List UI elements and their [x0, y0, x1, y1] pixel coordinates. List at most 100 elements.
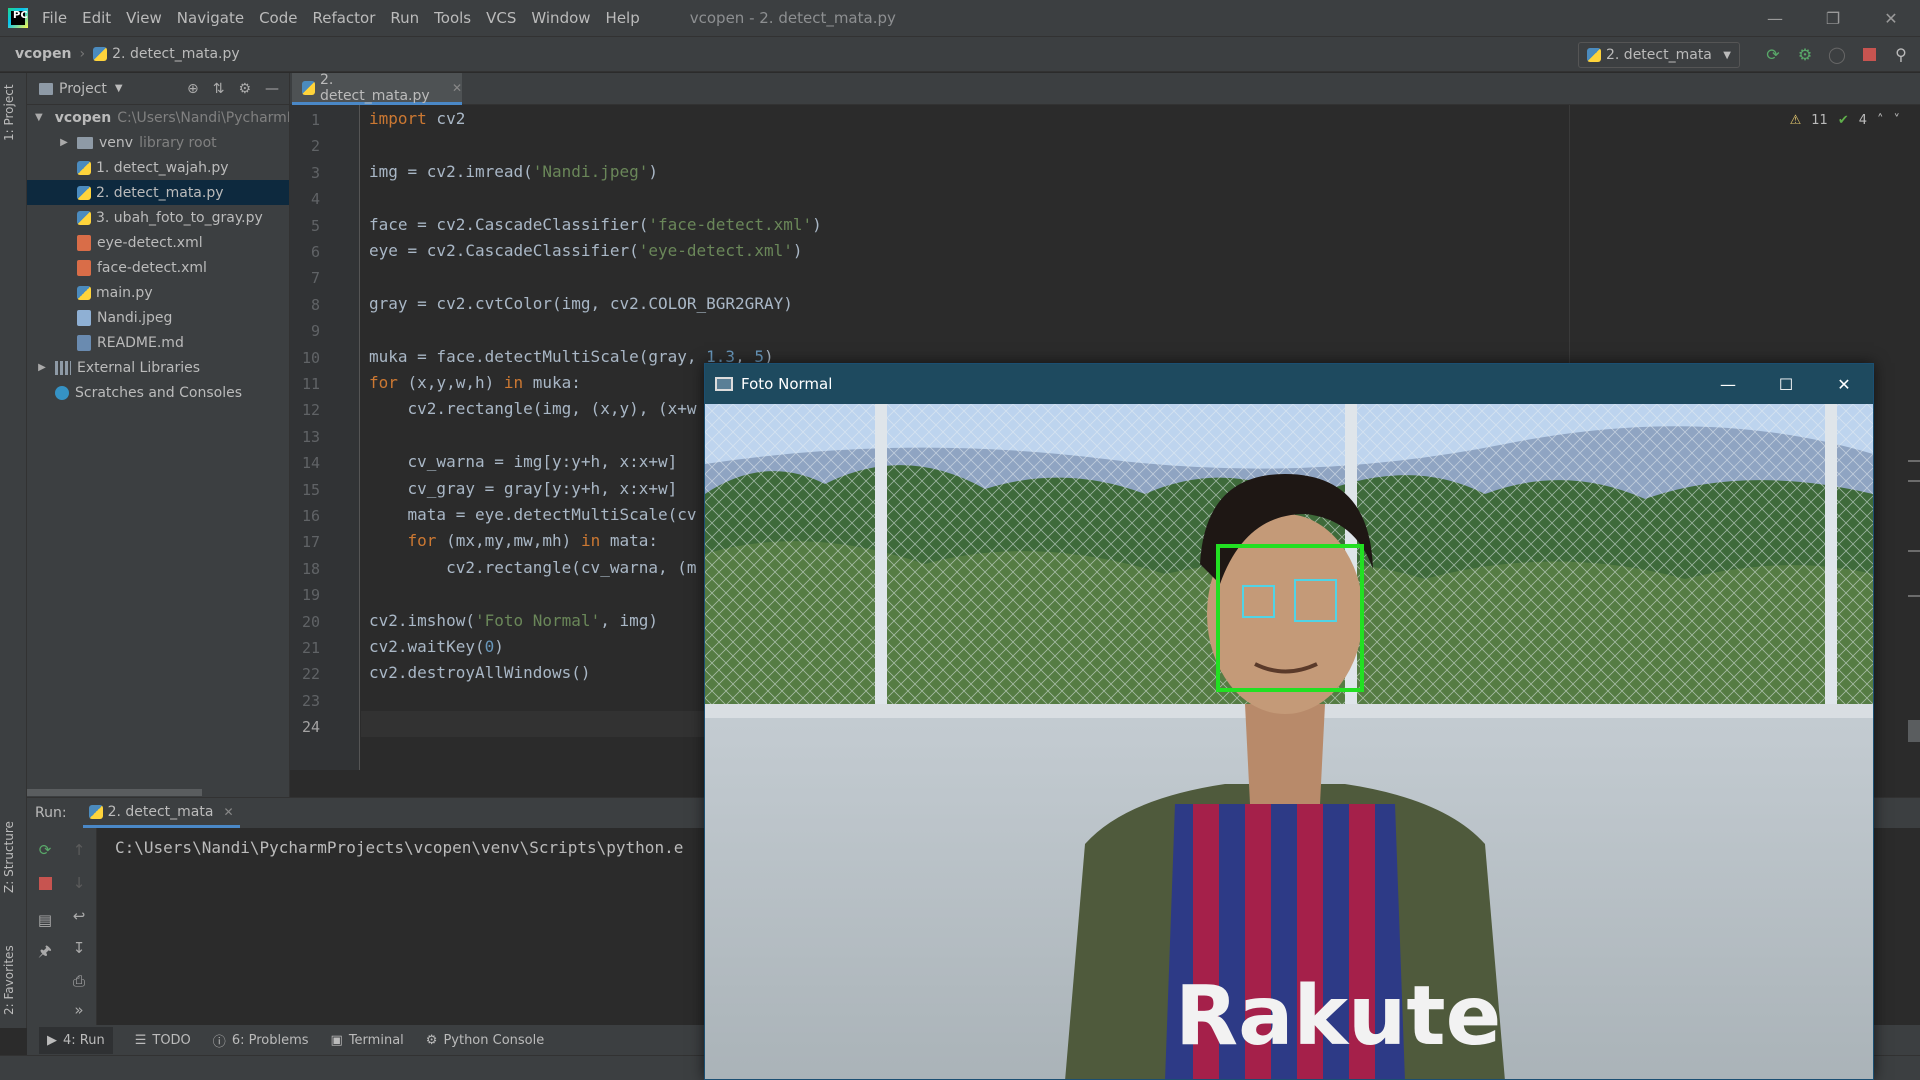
chevron-down-icon[interactable]: ▼ [35, 112, 43, 123]
search-icon[interactable]: ⚲ [1890, 43, 1912, 65]
layout-icon[interactable]: ▤ [35, 910, 55, 930]
horizontal-scrollbar[interactable] [27, 787, 290, 797]
tree-item[interactable]: 3. ubah_foto_to_gray.py [27, 205, 289, 230]
close-icon[interactable]: ✕ [1815, 364, 1873, 404]
line-number: 9 [310, 322, 320, 341]
chevron-down-icon[interactable]: ˅ [1894, 113, 1901, 128]
navigation-bar: vcopen › 2. detect_mata.py 2. detect_mat… [0, 36, 1920, 72]
foto-normal-window[interactable]: Foto Normal — ☐ ✕ Rakute [704, 363, 1874, 1080]
code-line[interactable]: face = cv2.CascadeClassifier('face-detec… [369, 215, 822, 234]
menu-refactor[interactable]: Refactor [312, 9, 375, 27]
run-side-toolbar: ⟳ ↑ ↓ ↩ ▤ ↧ 🖈 ⎙ » [27, 828, 97, 1026]
tree-item[interactable]: 1. detect_wajah.py [27, 155, 289, 180]
inspection-widget[interactable]: ⚠ 11 ✔ 4 ˄ ˅ [1790, 113, 1900, 128]
code-line[interactable]: cv2.rectangle(img, (x,y), (x+w [369, 399, 697, 418]
tree-item[interactable]: ▼ vcopen C:\Users\Nandi\PycharmProjects\vc… [27, 105, 289, 130]
maximize-icon[interactable]: ☐ [1757, 364, 1815, 404]
stripe-structure-tab[interactable]: Z: Structure [2, 821, 16, 893]
line-number: 10 [301, 348, 320, 367]
stop-icon[interactable] [1858, 43, 1880, 65]
warning-icon: ⚠ [1789, 113, 1802, 128]
project-view-select[interactable]: Project [59, 81, 107, 97]
breadcrumb-root[interactable]: vcopen [15, 46, 72, 62]
breadcrumb-file[interactable]: 2. detect_mata.py [112, 46, 240, 62]
menu-window[interactable]: Window [531, 9, 590, 27]
code-line[interactable]: mata = eye.detectMultiScale(cv [369, 505, 697, 524]
tree-item[interactable]: eye-detect.xml [27, 230, 289, 255]
menu-tools[interactable]: Tools [434, 9, 471, 27]
editor-scrollbar[interactable] [1908, 135, 1920, 775]
tree-item[interactable]: 2. detect_mata.py [27, 180, 289, 205]
code-line[interactable]: cv_warna = img[y:y+h, x:x+w] [369, 452, 678, 471]
soft-wrap-icon[interactable]: ↩ [69, 906, 89, 926]
more-icon[interactable]: » [69, 1000, 89, 1020]
menu-vcs[interactable]: VCS [486, 9, 516, 27]
stripe-project-tab[interactable]: 1: Project [2, 84, 16, 141]
chevron-up-icon[interactable]: ˄ [1877, 113, 1884, 128]
tree-item[interactable]: Nandi.jpeg [27, 305, 289, 330]
tree-item[interactable]: ▶ venv library root [27, 130, 289, 155]
close-icon[interactable]: ✕ [452, 81, 462, 95]
foto-normal-titlebar[interactable]: Foto Normal — ☐ ✕ [705, 364, 1873, 404]
code-line[interactable]: img = cv2.imread('Nandi.jpeg') [369, 162, 658, 181]
menu-help[interactable]: Help [606, 9, 640, 27]
line-number: 1 [310, 111, 320, 129]
tool-tab-4-run[interactable]: ▶ 4: Run [39, 1026, 113, 1054]
code-line[interactable]: for (mx,my,mw,mh) in mata: [369, 531, 658, 550]
print-icon[interactable]: ⎙ [69, 971, 89, 991]
gear-icon[interactable]: ⚙ [238, 81, 251, 97]
code-line[interactable]: for (x,y,w,h) in muka: [369, 373, 581, 392]
tree-item-label: vcopen [54, 109, 112, 126]
minimize-icon[interactable]: — [1746, 0, 1804, 36]
code-line[interactable]: cv2.destroyAllWindows() [369, 663, 591, 682]
stripe-favorites-tab[interactable]: 2: Favorites [2, 945, 16, 1015]
collapse-all-icon[interactable]: ⇅ [213, 81, 225, 97]
close-icon[interactable]: ✕ [1862, 0, 1920, 36]
hide-panel-icon[interactable]: — [265, 81, 279, 97]
code-line[interactable]: cv2.imshow('Foto Normal', img) [369, 611, 658, 630]
tab-detect-mata[interactable]: 2. detect_mata.py ✕ [292, 71, 462, 105]
menu-edit[interactable]: Edit [82, 9, 111, 27]
minimize-icon[interactable]: — [1699, 364, 1757, 404]
restore-icon[interactable]: ❐ [1804, 0, 1862, 36]
code-line[interactable]: cv_gray = gray[y:y+h, x:x+w] [369, 479, 678, 498]
down-arrow-icon[interactable]: ↓ [69, 873, 89, 893]
tool-tab-python-console[interactable]: ⚙ Python Console [426, 1033, 544, 1048]
code-line[interactable]: gray = cv2.cvtColor(img, cv2.COLOR_BGR2G… [369, 294, 793, 313]
code-line[interactable]: eye = cv2.CascadeClassifier('eye-detect.… [369, 241, 802, 260]
code-line[interactable]: import cv2 [369, 109, 465, 128]
code-line[interactable]: cv2.rectangle(cv_warna, (m [369, 558, 696, 577]
chevron-right-icon[interactable]: ▶ [57, 137, 71, 148]
tree-item[interactable]: face-detect.xml [27, 255, 289, 280]
rerun-icon[interactable]: ⟳ [35, 840, 55, 860]
code-line[interactable]: cv2.waitKey(0) [369, 637, 504, 656]
up-arrow-icon[interactable]: ↑ [69, 840, 89, 860]
run-tab[interactable]: 2. detect_mata ✕ [82, 798, 240, 828]
pin-icon[interactable]: 🖈 [35, 942, 55, 963]
tree-item[interactable]: ▶ External Libraries [27, 355, 289, 380]
rerun-icon[interactable]: ⟳ [1762, 43, 1784, 65]
coverage-icon[interactable]: ◯ [1826, 43, 1848, 65]
tool-tab-terminal[interactable]: ▣ Terminal [331, 1033, 404, 1048]
tree-item[interactable]: main.py [27, 280, 289, 305]
scroll-to-end-icon[interactable]: ↧ [69, 938, 89, 958]
tool-tab-6-problems[interactable]: ⓘ 6: Problems [213, 1031, 309, 1050]
run-config-select[interactable]: 2. detect_mata ▼ [1578, 42, 1740, 68]
editor-tab-label: 2. detect_mata.py [319, 71, 430, 104]
stop-icon[interactable] [35, 873, 55, 893]
locate-icon[interactable]: ⊕ [187, 81, 199, 97]
chevron-right-icon[interactable]: ▶ [35, 362, 49, 373]
menu-run[interactable]: Run [390, 9, 419, 27]
tree-item[interactable]: README.md [27, 330, 289, 355]
menu-file[interactable]: File [42, 9, 67, 27]
close-icon[interactable]: ✕ [223, 805, 233, 819]
menu-navigate[interactable]: Navigate [177, 9, 244, 27]
debug-icon[interactable]: ⚙ [1794, 43, 1816, 65]
window-controls: — ❐ ✕ [1746, 0, 1920, 36]
tree-item[interactable]: Scratches and Consoles [27, 380, 289, 405]
menu-view[interactable]: View [126, 9, 162, 27]
menu-code[interactable]: Code [259, 9, 297, 27]
chevron-down-icon[interactable]: ▼ [115, 83, 123, 94]
line-number: 8 [310, 295, 320, 314]
tool-tab-todo[interactable]: ☰ TODO [135, 1033, 191, 1048]
